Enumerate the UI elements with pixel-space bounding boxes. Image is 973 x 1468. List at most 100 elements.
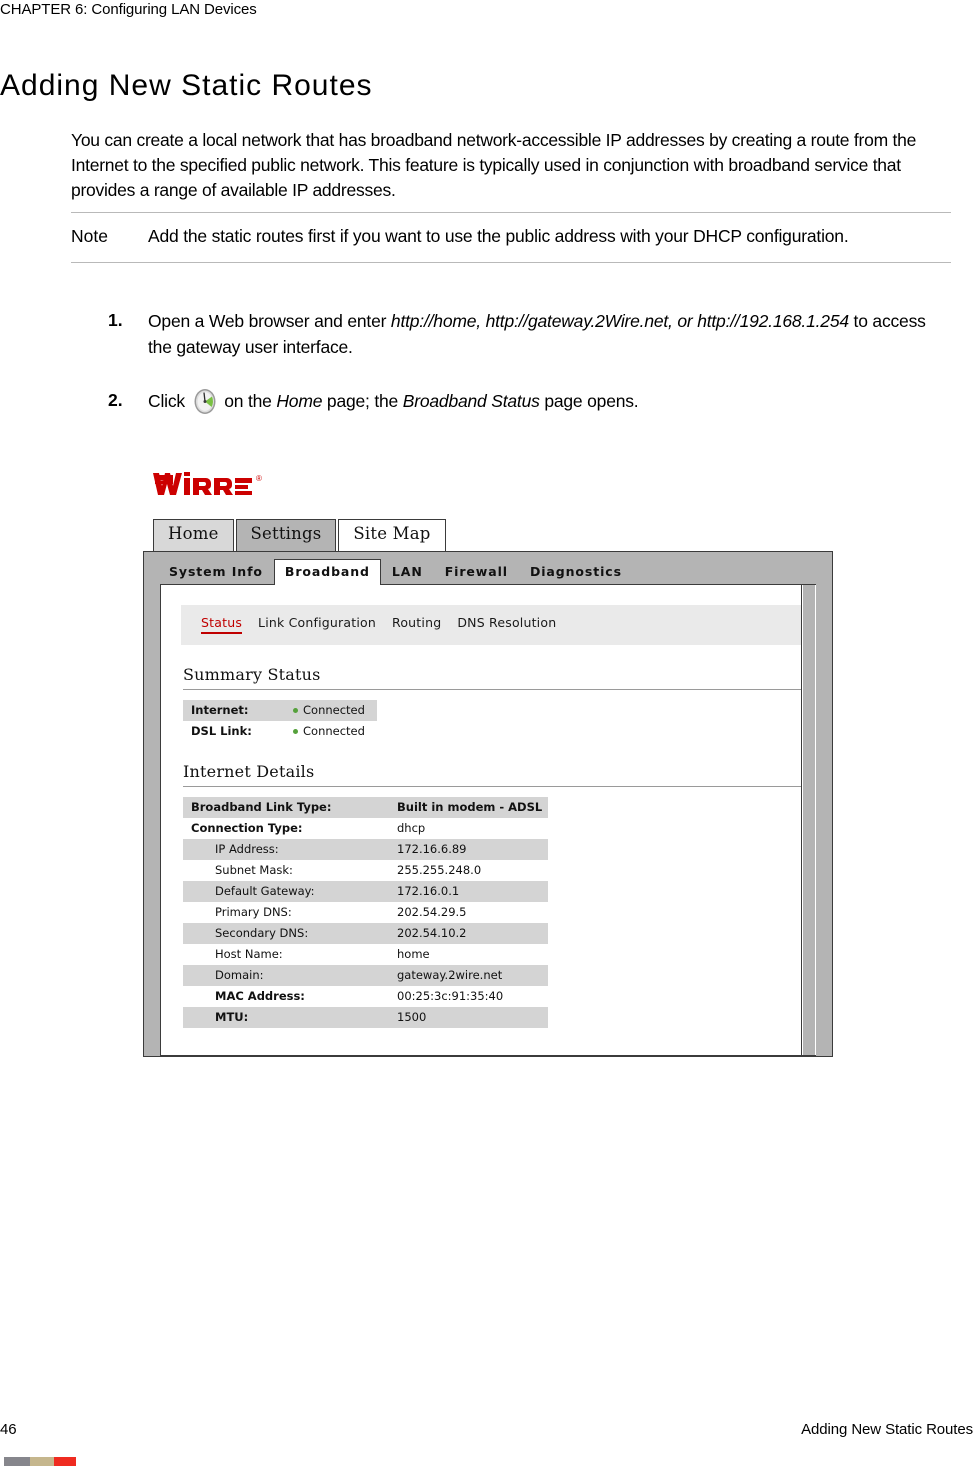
summary-status-title: Summary Status (183, 665, 321, 684)
step-2-mid: on the (219, 391, 277, 411)
table-row: Domain: gateway.2wire.net (183, 965, 549, 986)
color-bar-red (54, 1457, 76, 1466)
table-row: Host Name: home (183, 944, 548, 965)
subnav-item-dns-resolution[interactable]: DNS Resolution (457, 615, 556, 630)
step-1-pre: Open a Web browser and enter (148, 311, 391, 331)
internet-details-title: Internet Details (183, 762, 315, 781)
nav-tab-diagnostics[interactable]: Diagnostics (519, 559, 633, 584)
nav-tab-system-info[interactable]: System Info (158, 559, 274, 584)
internet-details-section: Internet Details Broadband Link Type: Bu… (183, 742, 802, 1028)
gateway-window: System Info Broadband LAN Firewall Diagn… (143, 551, 833, 1057)
subnav-item-link-configuration[interactable]: Link Configuration (258, 615, 376, 630)
scrollbar-thumb[interactable] (803, 585, 815, 1055)
registered-mark: ® (256, 474, 262, 483)
subnav-item-routing[interactable]: Routing (392, 615, 441, 630)
step-2-home-italic: Home (276, 391, 323, 411)
step-2-pre: Click (148, 391, 190, 411)
page-title: Adding New Static Routes (0, 69, 373, 102)
row-value: dhcp (397, 821, 426, 835)
top-tab-bar: Home Settings Site Map (153, 519, 833, 551)
table-row: Subnet Mask: 255.255.248.0 (183, 860, 548, 881)
step-1: 1. Open a Web browser and enter http://h… (108, 308, 948, 360)
footer-section-name: Adding New Static Routes (801, 1421, 973, 1438)
row-key: Host Name: (215, 947, 283, 961)
summary-status-section: Summary Status Internet: Connected DSL L… (183, 645, 802, 742)
table-row: Connection Type: dhcp (183, 818, 548, 839)
sub-nav-bar: Status Link Configuration Routing DNS Re… (181, 605, 802, 645)
steps-list: 1. Open a Web browser and enter http://h… (108, 308, 948, 443)
step-2-broadband-status-italic: Broadband Status (402, 391, 540, 411)
status-dot-icon (293, 708, 298, 713)
row-key: Subnet Mask: (215, 863, 293, 877)
row-value: 202.54.29.5 (397, 905, 467, 919)
row-value: 172.16.6.89 (389, 839, 549, 860)
row-value: 202.54.10.2 (389, 923, 549, 944)
color-bar-gray (4, 1457, 30, 1466)
nav-tab-broadband[interactable]: Broadband (273, 559, 381, 585)
row-key: Secondary DNS: (183, 923, 389, 944)
table-row: Primary DNS: 202.54.29.5 (183, 902, 548, 923)
table-row: MTU: 1500 (183, 1007, 549, 1028)
summary-status-rule (183, 689, 802, 690)
footer-page-number: 46 (0, 1421, 17, 1438)
row-key: Connection Type: (191, 821, 303, 835)
note-body: Note Add the static routes first if you … (71, 213, 951, 262)
row-key: MTU: (183, 1007, 389, 1028)
step-2-mid2: page; the (322, 391, 403, 411)
row-value: home (397, 947, 430, 961)
table-row: IP Address: 172.16.6.89 (183, 839, 549, 860)
tab-settings[interactable]: Settings (235, 519, 337, 551)
row-value-text: Connected (303, 724, 365, 738)
row-value: Connected (285, 700, 377, 721)
row-key: Domain: (183, 965, 389, 986)
page-footer: 46 Adding New Static Routes (0, 1420, 973, 1440)
note-block: Note Add the static routes first if you … (71, 212, 951, 263)
row-value: Connected (285, 721, 377, 742)
vertical-scrollbar[interactable] (801, 585, 816, 1055)
twowire-logo-mark: ® (153, 472, 262, 495)
step-2: 2. Click on the Home page; the Broadband… (108, 388, 948, 415)
color-bar-tan (30, 1457, 54, 1466)
step-1-urls: http://home, http://gateway.2Wire.net, o… (390, 311, 849, 331)
status-dot-icon (293, 729, 298, 734)
table-row: Secondary DNS: 202.54.10.2 (183, 923, 549, 944)
twowire-logo: ® (153, 470, 833, 510)
footer-color-bar (4, 1457, 76, 1466)
row-value: gateway.2wire.net (389, 965, 549, 986)
internet-details-rule (183, 786, 802, 787)
row-value: 255.255.248.0 (397, 863, 482, 877)
note-label: Note (71, 226, 108, 246)
tab-site-map[interactable]: Site Map (338, 519, 446, 551)
step-2-text: Click on the Home page; the Broadband St… (148, 388, 948, 415)
intro-paragraph: You can create a local network that has … (71, 130, 917, 200)
summary-status-table: Internet: Connected DSL Link: Connected (183, 700, 377, 742)
intro-section: You can create a local network that has … (71, 128, 951, 203)
step-2-number: 2. (108, 390, 123, 410)
nav-tab-lan[interactable]: LAN (381, 559, 434, 584)
gauge-icon (193, 388, 217, 415)
row-value: 1500 (389, 1007, 549, 1028)
main-nav-bar: System Info Broadband LAN Firewall Diagn… (144, 552, 832, 585)
tab-home[interactable]: Home (153, 519, 234, 551)
nav-tab-firewall[interactable]: Firewall (434, 559, 519, 584)
note-text: Add the static routes first if you want … (148, 226, 849, 246)
gateway-content-panel: Status Link Configuration Routing DNS Re… (160, 584, 816, 1056)
step-1-number: 1. (108, 310, 123, 330)
step-1-text: Open a Web browser and enter http://home… (148, 308, 948, 360)
row-value: 00:25:3c:91:35:40 (397, 989, 504, 1003)
internet-details-table: Broadband Link Type: Built in modem - AD… (183, 797, 549, 1028)
table-row: Broadband Link Type: Built in modem - AD… (183, 797, 549, 818)
gateway-ui-figure: ® Home Settings Site Map System Info Bro… (143, 470, 833, 1057)
row-key: DSL Link: (191, 724, 252, 738)
row-key: MAC Address: (215, 989, 305, 1003)
note-rule-bottom (71, 262, 951, 263)
step-2-post: page opens. (539, 391, 639, 411)
subnav-item-status[interactable]: Status (201, 615, 243, 634)
row-key: Primary DNS: (215, 905, 292, 919)
row-value: 172.16.0.1 (389, 881, 549, 902)
row-key: Internet: (183, 700, 285, 721)
row-key: Broadband Link Type: (183, 797, 389, 818)
table-row: DSL Link: Connected (183, 721, 377, 742)
row-key: IP Address: (183, 839, 389, 860)
row-value: Built in modem - ADSL (389, 797, 549, 818)
